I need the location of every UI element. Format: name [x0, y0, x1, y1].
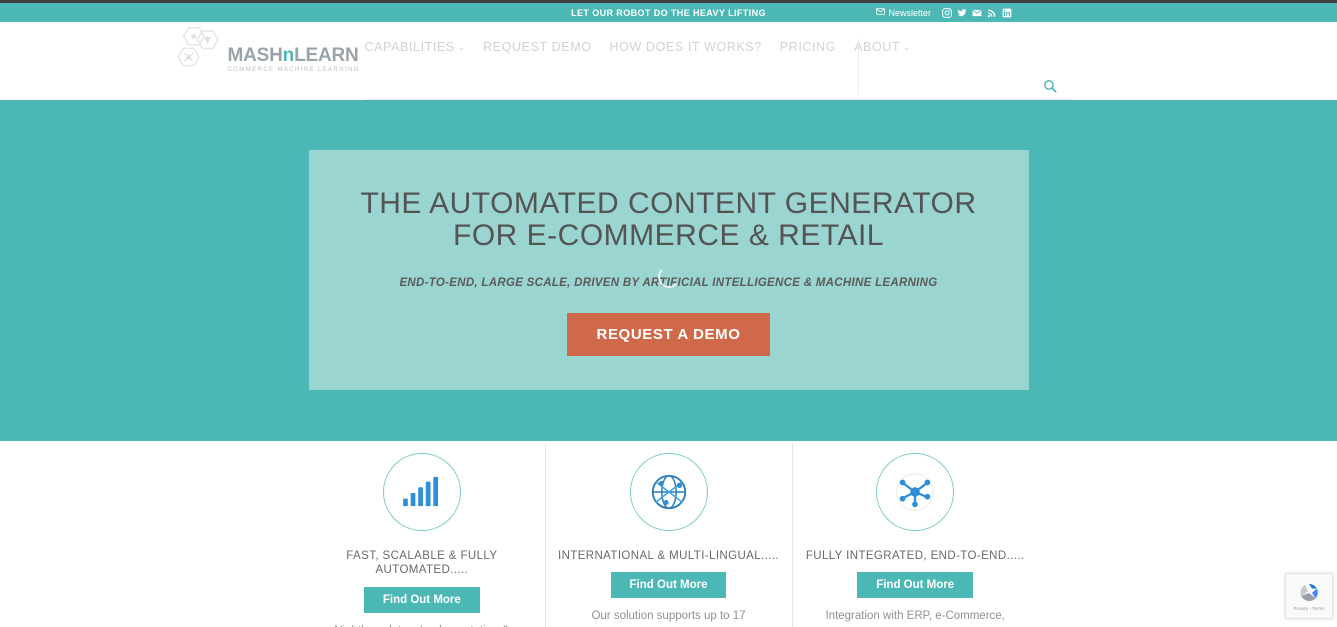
- feature-card-fully-integrated: FULLY INTEGRATED, END-TO-END..... Find O…: [791, 443, 1039, 627]
- find-out-more-button[interactable]: Find Out More: [857, 572, 974, 599]
- newsletter-label: Newsletter: [888, 7, 931, 18]
- honeycomb-logo-icon: [173, 26, 225, 76]
- feature-description: Our solution supports up to 17: [591, 610, 746, 623]
- recaptcha-badge[interactable]: Privacy - Terms: [1285, 573, 1333, 619]
- feature-icon-circle: [876, 453, 955, 531]
- recaptcha-text: Privacy - Terms: [1293, 606, 1325, 611]
- hub-network-icon: [894, 471, 936, 513]
- rss-icon[interactable]: [987, 8, 997, 18]
- feature-title: FULLY INTEGRATED, END-TO-END.....: [805, 550, 1025, 562]
- feature-icon-circle: [382, 453, 461, 531]
- logo-name-part2: LEARN: [294, 44, 359, 66]
- nav-label-pricing: PRICING: [779, 40, 837, 54]
- chevron-down-icon: ⌄: [903, 42, 911, 52]
- loading-spinner-icon: [657, 266, 680, 288]
- linkedin-icon[interactable]: [1002, 8, 1012, 18]
- nav-label-request-demo: REQUEST DEMO: [483, 40, 592, 54]
- announcement-text: LET OUR ROBOT DO THE HEAVY LIFTING: [571, 7, 766, 18]
- social-links: [942, 7, 1012, 18]
- feature-icon-circle: [629, 453, 708, 531]
- hero-title: THE AUTOMATED CONTENT GENERATOR FOR E-CO…: [360, 187, 977, 252]
- search-row: [364, 72, 1073, 100]
- site-header: MASHnLEARN Commerce Machine Learning CAP…: [0, 22, 1337, 100]
- feature-title: FAST, SCALABLE & FULLY AUTOMATED.....: [346, 550, 498, 577]
- features-section: FAST, SCALABLE & FULLY AUTOMATED..... Fi…: [0, 441, 1337, 627]
- request-demo-button[interactable]: REQUEST A DEMO: [566, 313, 771, 356]
- email-icon[interactable]: [972, 8, 982, 18]
- logo[interactable]: MASHnLEARN Commerce Machine Learning: [173, 26, 360, 76]
- chevron-down-icon: ⌄: [457, 42, 466, 52]
- envelope-icon: [876, 7, 886, 18]
- newsletter-link[interactable]: Newsletter: [876, 7, 931, 18]
- recaptcha-icon: [1297, 581, 1321, 605]
- feature-card-fast-scalable: FAST, SCALABLE & FULLY AUTOMATED..... Fi…: [299, 453, 546, 627]
- instagram-icon[interactable]: [942, 7, 952, 18]
- main-navigation: CAPABILITIES ⌄ REQUEST DEMO HOW DOES IT …: [365, 22, 911, 72]
- logo-tagline: Commerce Machine Learning: [227, 66, 360, 73]
- nav-item-request-demo[interactable]: REQUEST DEMO: [483, 40, 591, 54]
- nav-item-capabilities[interactable]: CAPABILITIES ⌄: [365, 40, 466, 54]
- nav-label-about: ABOUT: [854, 40, 901, 54]
- feature-card-international: INTERNATIONAL & MULTI-LINGUAL..... Find …: [545, 443, 792, 627]
- logo-name-accent: n: [282, 44, 295, 66]
- find-out-more-button[interactable]: Find Out More: [610, 572, 727, 599]
- bar-chart-icon: [401, 475, 443, 509]
- feature-title: INTERNATIONAL & MULTI-LINGUAL.....: [557, 550, 780, 562]
- nav-item-how-does-it-works[interactable]: HOW DOES IT WORKS?: [610, 40, 762, 54]
- globe-network-icon: [648, 471, 690, 513]
- nav-item-pricing[interactable]: PRICING: [780, 40, 836, 54]
- nav-label-how-does-it-works: HOW DOES IT WORKS?: [609, 40, 762, 54]
- hero-section: THE AUTOMATED CONTENT GENERATOR FOR E-CO…: [0, 100, 1337, 441]
- logo-name-part1: MASH: [227, 44, 283, 66]
- find-out-more-button[interactable]: Find Out More: [363, 586, 480, 613]
- feature-description: Integration with ERP, e-Commerce,: [825, 610, 1005, 623]
- logo-name: MASHnLEARN: [228, 46, 360, 65]
- nav-item-about[interactable]: ABOUT ⌄: [854, 40, 910, 54]
- hero-content-box: THE AUTOMATED CONTENT GENERATOR FOR E-CO…: [308, 150, 1029, 390]
- search-icon[interactable]: [1043, 79, 1057, 93]
- nav-label-capabilities: CAPABILITIES: [364, 40, 455, 54]
- announcement-bar: LET OUR ROBOT DO THE HEAVY LIFTING Newsl…: [0, 3, 1337, 22]
- twitter-icon[interactable]: [957, 8, 967, 18]
- announcement-right-group: Newsletter: [876, 3, 1012, 22]
